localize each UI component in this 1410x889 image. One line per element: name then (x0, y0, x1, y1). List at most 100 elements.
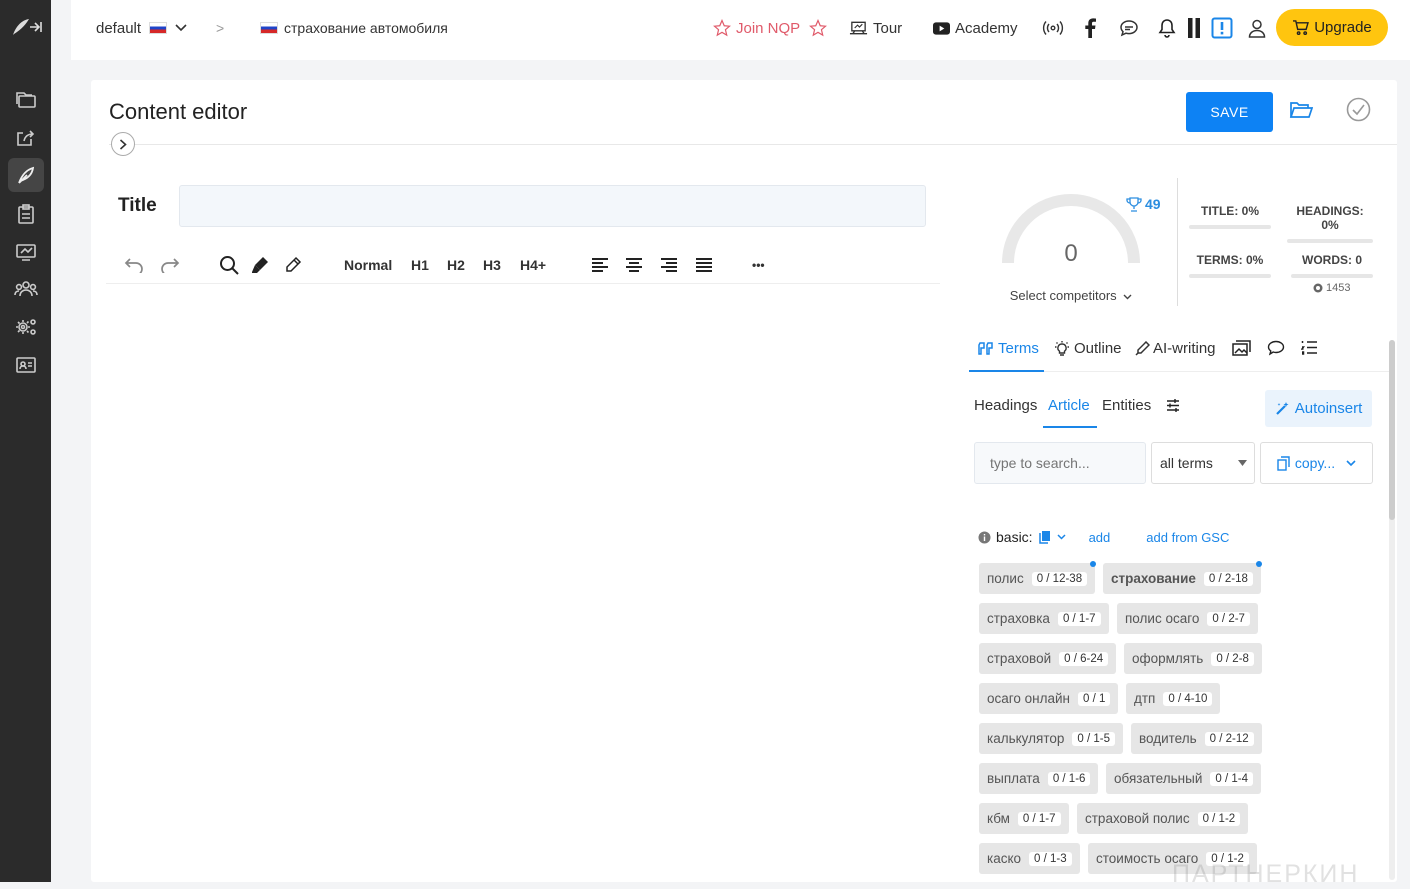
term-chip[interactable]: страховой 0 / 6-24 (979, 643, 1117, 674)
score-gauge: 0 49 Select competitors (996, 188, 1161, 308)
logo-collapse-icon[interactable] (8, 10, 44, 44)
chat-icon[interactable] (1119, 0, 1139, 56)
project-selector[interactable]: default (96, 0, 187, 56)
term-chip[interactable]: осаго онлайн 0 / 1 (979, 683, 1119, 714)
tab-list-icon[interactable] (1301, 340, 1318, 355)
term-label: водитель (1139, 731, 1197, 746)
term-chip[interactable]: калькулятор 0 / 1-5 (979, 723, 1123, 754)
headings-stat-bar (1287, 239, 1373, 243)
search-icon[interactable] (217, 253, 241, 277)
document-breadcrumb[interactable]: страхование автомобиля (260, 0, 448, 56)
terms-stat-bar (1189, 274, 1271, 278)
format-h2-button[interactable]: H2 (447, 253, 465, 277)
term-label: оформлять (1132, 651, 1204, 666)
tab-outline[interactable]: Outline (1053, 340, 1122, 357)
add-from-gsc-link[interactable]: add from GSC (1146, 530, 1229, 545)
subtab-headings[interactable]: Headings (974, 397, 1037, 414)
term-chip[interactable]: оформлять 0 / 2-8 (1124, 643, 1262, 674)
terms-icon (978, 341, 993, 355)
format-h1-button[interactable]: H1 (411, 253, 429, 277)
term-chip[interactable]: водитель 0 / 2-12 (1131, 723, 1262, 754)
alert-icon[interactable] (1211, 0, 1233, 56)
scrollbar-thumb[interactable] (1389, 340, 1395, 520)
term-search-input[interactable] (974, 442, 1146, 484)
term-label: страховой (987, 651, 1052, 666)
eraser-pen-icon[interactable] (281, 253, 305, 277)
copy-dropdown-button[interactable]: copy... (1260, 442, 1373, 484)
upgrade-button[interactable]: Upgrade (1276, 9, 1388, 46)
tab-ai-writing-label: AI-writing (1153, 340, 1216, 357)
term-scope-select[interactable]: all terms (1151, 442, 1255, 484)
tour-link[interactable]: Tour (849, 0, 902, 56)
reports-icon[interactable] (8, 235, 44, 269)
broadcast-icon[interactable] (1042, 0, 1064, 56)
term-chip[interactable]: страхование 0 / 2-18 (1103, 561, 1262, 594)
tab-terms[interactable]: Terms (978, 340, 1039, 357)
highlighter-icon[interactable] (248, 253, 272, 277)
term-chip[interactable]: обязательный 0 / 1-4 (1106, 763, 1261, 794)
term-chip[interactable]: страховка 0 / 1-7 (979, 603, 1109, 634)
settings-icon[interactable] (8, 310, 44, 344)
folders-icon[interactable] (8, 83, 44, 117)
content-editor-icon[interactable] (8, 158, 44, 192)
select-competitors-dropdown[interactable]: Select competitors (996, 288, 1146, 303)
project-name: default (96, 19, 142, 37)
academy-link[interactable]: Academy (933, 0, 1018, 56)
subtab-entities[interactable]: Entities (1102, 397, 1151, 414)
more-options-button[interactable]: ••• (752, 253, 765, 277)
align-center-icon[interactable] (624, 253, 644, 277)
autoinsert-button[interactable]: Autoinsert (1265, 390, 1372, 427)
term-chip[interactable]: полис осаго 0 / 2-7 (1117, 603, 1258, 634)
words-sub-value: 1453 (1326, 282, 1351, 294)
sliders-icon[interactable] (1166, 399, 1180, 412)
user-profile-icon[interactable] (1247, 0, 1267, 56)
editor-toolbar: Normal H1 H2 H3 H4+ ••• (106, 246, 940, 284)
add-term-link[interactable]: add (1089, 530, 1111, 545)
copy-terms-icon[interactable] (1038, 530, 1051, 544)
notifications-bell-icon[interactable] (1158, 0, 1176, 56)
format-normal-button[interactable]: Normal (344, 253, 392, 277)
caret-down-icon (1238, 460, 1247, 466)
export-icon[interactable] (8, 121, 44, 155)
align-right-icon[interactable] (659, 253, 679, 277)
term-chip[interactable]: дтп 0 / 4-10 (1126, 683, 1221, 714)
join-nqp-link[interactable]: Join NQP (713, 0, 828, 56)
align-left-icon[interactable] (590, 253, 610, 277)
undo-icon[interactable] (122, 253, 146, 277)
justify-icon[interactable] (694, 253, 714, 277)
term-chip[interactable]: полис 0 / 12-38 (979, 561, 1097, 594)
term-chip[interactable]: выплата 0 / 1-6 (979, 763, 1099, 794)
check-circle-icon[interactable] (1346, 97, 1371, 122)
tab-comments-icon[interactable] (1267, 340, 1285, 356)
term-label: выплата (987, 771, 1040, 786)
save-button[interactable]: SAVE (1186, 92, 1273, 132)
redo-icon[interactable] (158, 253, 182, 277)
tab-images-icon[interactable] (1232, 340, 1251, 356)
term-chip[interactable]: каско 0 / 1-3 (979, 843, 1080, 874)
academy-label: Academy (955, 19, 1018, 37)
subtab-article[interactable]: Article (1048, 397, 1090, 414)
pen-icon (1135, 341, 1150, 356)
join-label: Join NQP (736, 19, 801, 37)
term-chip[interactable]: кбм 0 / 1-7 (979, 803, 1069, 834)
page-title: Content editor (109, 99, 248, 124)
facebook-icon[interactable] (1084, 0, 1096, 56)
columns-icon[interactable] (1187, 0, 1201, 56)
clipboard-icon[interactable] (8, 197, 44, 231)
term-count: 0 / 6-24 (1059, 651, 1109, 666)
format-h4-button[interactable]: H4+ (520, 253, 546, 277)
tab-ai-writing[interactable]: AI-writing (1135, 340, 1216, 357)
select-competitors-label: Select competitors (1009, 288, 1117, 303)
expand-panel-button[interactable] (111, 132, 135, 156)
words-stat-label: WORDS: 0 (1302, 253, 1362, 267)
term-count: 0 / 2-8 (1211, 651, 1254, 666)
open-folder-icon[interactable] (1289, 100, 1313, 120)
team-icon[interactable] (8, 272, 44, 306)
chevron-down-icon[interactable] (1057, 534, 1066, 540)
score-value: 0 (1064, 240, 1078, 267)
contacts-icon[interactable] (8, 348, 44, 382)
format-h3-button[interactable]: H3 (483, 253, 501, 277)
info-icon[interactable] (978, 531, 991, 544)
title-input[interactable] (179, 185, 926, 227)
term-chip[interactable]: страховой полис 0 / 1-2 (1077, 803, 1249, 834)
